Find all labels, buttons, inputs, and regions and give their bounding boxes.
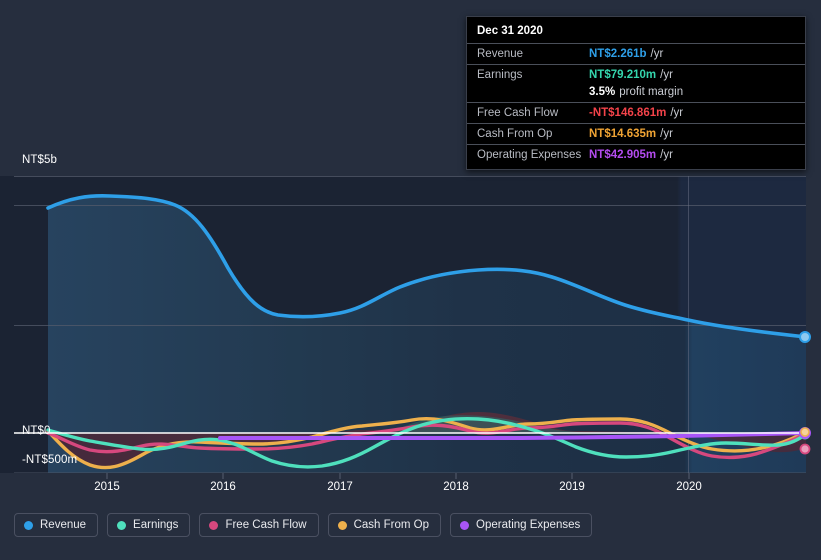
tooltip-label-earnings: Earnings (477, 69, 523, 81)
tooltip-label-revenue: Revenue (477, 48, 524, 60)
tooltip-label-operating-expenses: Operating Expenses (477, 149, 582, 161)
tooltip-row-revenue: Revenue NT$2.261b /yr (467, 43, 805, 64)
tooltip-row-operating-expenses: Operating Expenses NT$42.905m /yr (467, 144, 805, 165)
chart-legend: Revenue Earnings Free Cash Flow Cash Fro… (14, 513, 593, 537)
tooltip-date: Dec 31 2020 (477, 25, 543, 37)
legend-dot-operating-expenses-icon (460, 520, 470, 530)
legend-item-cash-from-op[interactable]: Cash From Op (327, 513, 442, 537)
tooltip-label-free-cash-flow: Free Cash Flow (477, 107, 559, 119)
tooltip-value-revenue: NT$2.261b (589, 48, 647, 60)
cash-from-op-endpoint[interactable] (800, 427, 810, 437)
tooltip-row-earnings: Earnings NT$79.210m /yr (467, 64, 805, 85)
tooltip-label-cash-from-op: Cash From Op (477, 128, 553, 140)
legend-label-earnings: Earnings (133, 519, 179, 531)
tooltip-unit-cash-from-op: /yr (660, 128, 673, 140)
x-axis-tick-2016: 2016 (210, 481, 236, 493)
legend-item-revenue[interactable]: Revenue (14, 513, 99, 537)
tooltip-row-profit-margin: 3.5% profit margin (467, 85, 805, 102)
tooltip-unit-earnings: /yr (660, 69, 673, 81)
legend-item-operating-expenses[interactable]: Operating Expenses (450, 513, 593, 537)
tooltip-unit-revenue: /yr (650, 48, 664, 60)
financial-chart-app: NT$5b NT$0 -NT$500m 2015 2016 2017 2018 … (0, 0, 821, 560)
legend-label-free-cash-flow: Free Cash Flow (225, 519, 307, 531)
x-axis-tick-2017: 2017 (327, 481, 353, 493)
legend-dot-earnings-icon (117, 520, 127, 530)
x-axis-tick-2019: 2019 (559, 481, 585, 493)
legend-item-free-cash-flow[interactable]: Free Cash Flow (199, 513, 319, 537)
x-axis-tick-2015: 2015 (94, 481, 120, 493)
tooltip-unit-profit-margin: profit margin (619, 86, 684, 98)
tooltip-row-free-cash-flow: Free Cash Flow -NT$146.861m /yr (467, 102, 805, 123)
legend-dot-free-cash-flow-icon (209, 520, 219, 530)
legend-dot-cash-from-op-icon (337, 520, 347, 530)
x-axis-tick-2018: 2018 (443, 481, 469, 493)
data-tooltip: Dec 31 2020 Revenue NT$2.261b /yr Earnin… (466, 16, 806, 170)
legend-label-revenue: Revenue (40, 519, 87, 531)
legend-item-earnings[interactable]: Earnings (107, 513, 191, 537)
legend-label-operating-expenses: Operating Expenses (476, 519, 581, 531)
tooltip-value-operating-expenses: NT$42.905m (589, 149, 657, 161)
x-tick-marks (106, 473, 690, 479)
tooltip-value-free-cash-flow: -NT$146.861m (589, 107, 667, 119)
tooltip-unit-free-cash-flow: /yr (670, 107, 684, 119)
tooltip-unit-operating-expenses: /yr (660, 149, 673, 161)
tooltip-value-earnings: NT$79.210m (589, 69, 657, 81)
legend-dot-revenue-icon (24, 520, 33, 530)
revenue-endpoint[interactable] (799, 331, 811, 343)
tooltip-value-cash-from-op: NT$14.635m (589, 128, 657, 140)
tooltip-row-cash-from-op: Cash From Op NT$14.635m /yr (467, 123, 805, 144)
free-cash-flow-endpoint[interactable] (799, 443, 811, 455)
x-axis-tick-2020: 2020 (676, 481, 702, 493)
legend-label-cash-from-op: Cash From Op (353, 519, 430, 531)
tooltip-value-profit-margin: 3.5% (589, 86, 616, 98)
